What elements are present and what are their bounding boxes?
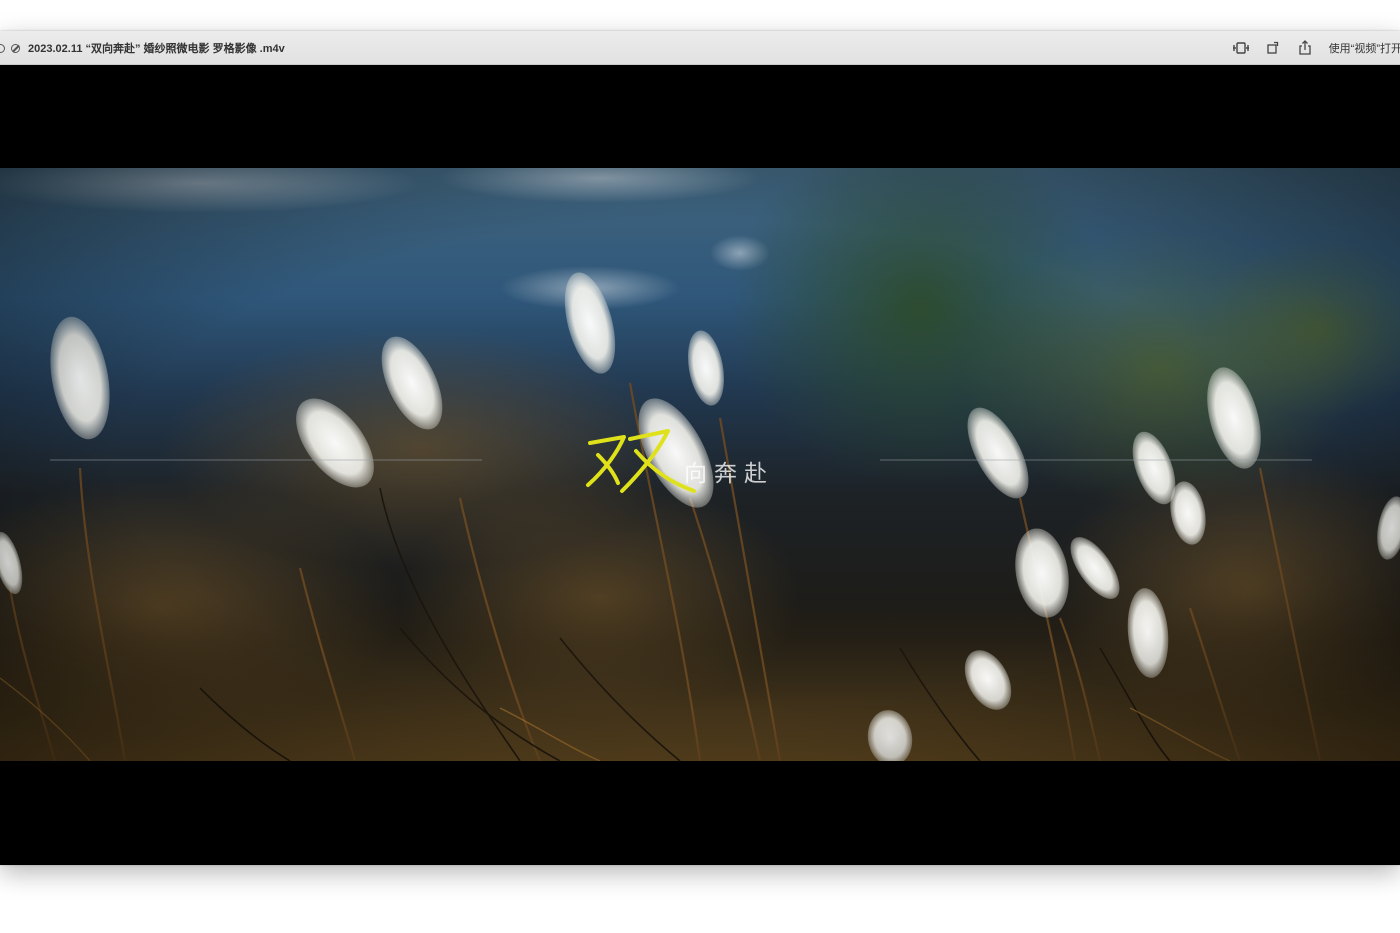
share-icon[interactable]	[1295, 38, 1315, 58]
video-frame[interactable]: 向奔赴	[0, 168, 1400, 761]
circle-icon[interactable]	[0, 43, 5, 53]
title-bar: 2023.02.11 “双向奔赴” 婚纱照微电影 罗格影像 .m4v 使用“视频…	[0, 31, 1400, 65]
quicklook-window: 2023.02.11 “双向奔赴” 婚纱照微电影 罗格影像 .m4v 使用“视频…	[0, 31, 1400, 865]
trim-icon[interactable]	[1231, 38, 1251, 58]
window-title: 2023.02.11 “双向奔赴” 婚纱照微电影 罗格影像 .m4v	[28, 43, 285, 55]
title-bar-right: 使用“视频”打开	[1219, 31, 1400, 65]
disabled-icon[interactable]	[11, 43, 20, 53]
video-frame-scene	[0, 168, 1400, 761]
rotate-icon[interactable]	[1263, 38, 1283, 58]
video-player[interactable]: 向奔赴	[0, 65, 1400, 865]
title-bar-left: 2023.02.11 “双向奔赴” 婚纱照微电影 罗格影像 .m4v	[0, 31, 285, 65]
open-with-videos-button[interactable]: 使用“视频”打开	[1329, 40, 1400, 56]
